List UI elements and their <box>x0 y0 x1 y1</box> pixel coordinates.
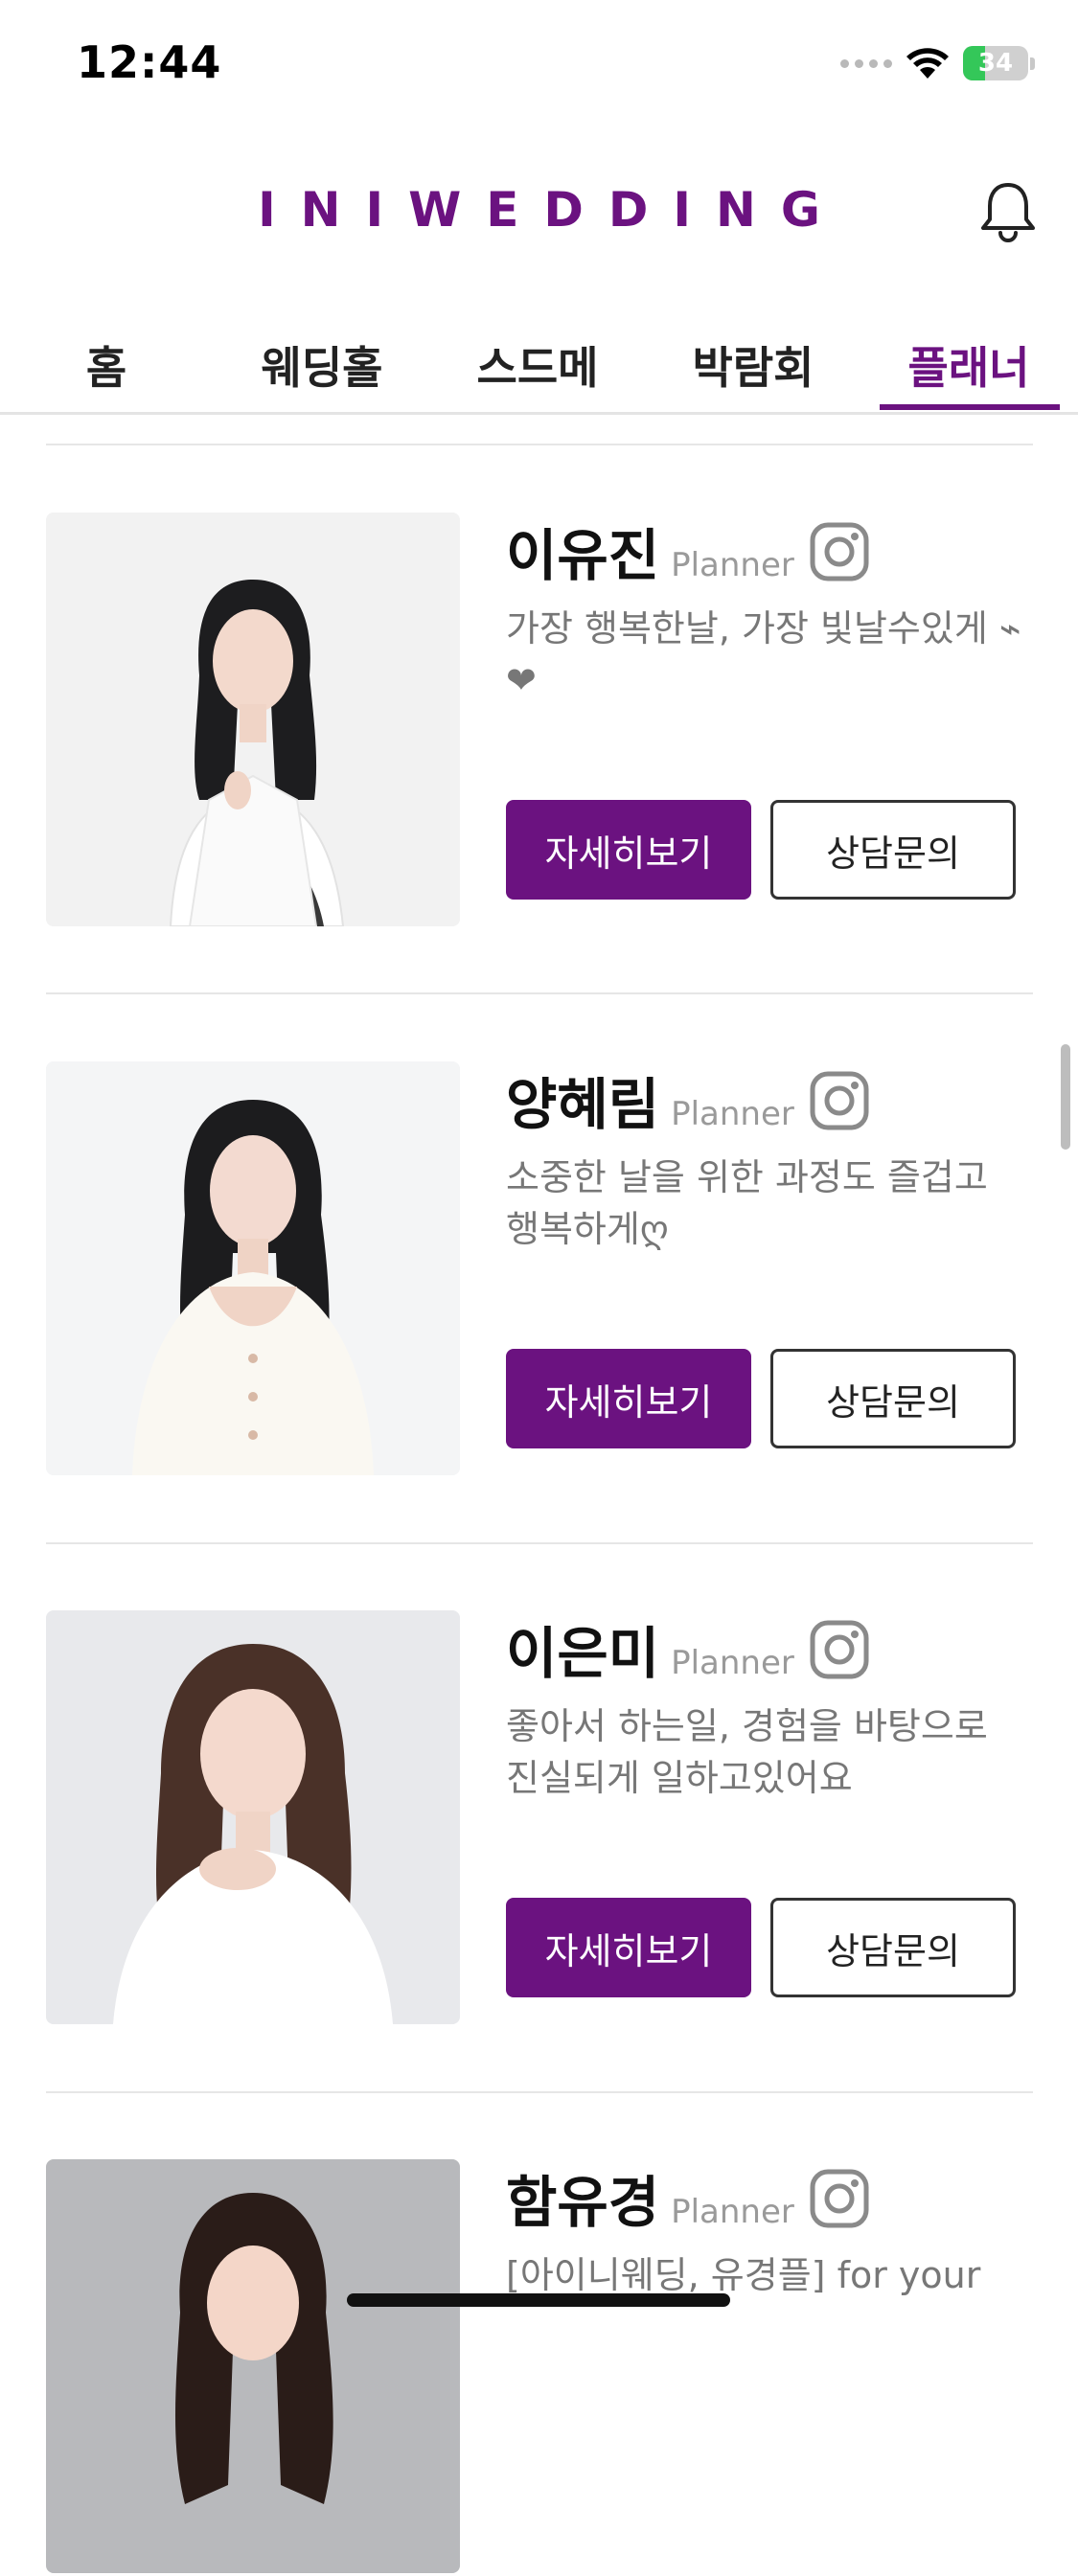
planner-card: 함유경 Planner [아이니웨딩, 유경플] for your <box>46 2159 1033 2576</box>
planner-card: 이은미 Planner 좋아서 하는일, 경험을 바탕으로 진실되게 일하고있어… <box>46 1610 1033 2027</box>
status-time: 12:44 <box>77 36 222 88</box>
instagram-icon[interactable] <box>810 522 869 581</box>
battery-icon: 34 <box>963 46 1028 80</box>
tab-home[interactable]: 홈 <box>15 333 197 397</box>
view-details-button[interactable]: 자세히보기 <box>506 1898 751 1997</box>
bell-icon[interactable] <box>975 177 1042 244</box>
planner-photo[interactable] <box>46 513 460 926</box>
view-details-button[interactable]: 자세히보기 <box>506 1349 751 1448</box>
consult-inquiry-button[interactable]: 상담문의 <box>770 1349 1016 1448</box>
planner-name: 양혜림 <box>506 1072 660 1137</box>
instagram-icon[interactable] <box>810 1620 869 1679</box>
planner-card: 이유진 Planner 가장 행복한날, 가장 빛날수있게 ⌁ ❤ 자세히보기 … <box>46 513 1033 929</box>
divider <box>46 992 1033 994</box>
active-tab-indicator <box>880 404 1060 410</box>
planner-name: 함유경 <box>506 2170 660 2235</box>
instagram-icon[interactable] <box>810 1071 869 1130</box>
planner-card: 양혜림 Planner 소중한 날을 위한 과정도 즐겁고 행복하게ღ 자세히보… <box>46 1061 1033 1478</box>
planner-photo[interactable] <box>46 2159 460 2573</box>
status-icons: 34 <box>840 46 1035 80</box>
app-logo: INIWEDDING <box>258 182 845 238</box>
scrollbar[interactable] <box>1061 1044 1070 1150</box>
cellular-signal-icon <box>840 58 892 68</box>
instagram-icon[interactable] <box>810 2169 869 2228</box>
tab-planner[interactable]: 플래너 <box>878 333 1060 397</box>
tab-sdm[interactable]: 스드메 <box>447 333 629 397</box>
divider <box>46 444 1033 445</box>
planner-bio: 소중한 날을 위한 과정도 즐겁고 행복하게ღ <box>506 1156 988 1250</box>
planner-info: 양혜림 Planner 소중한 날을 위한 과정도 즐겁고 행복하게ღ 자세히보… <box>506 1061 1043 1448</box>
divider <box>46 2091 1033 2093</box>
consult-inquiry-button[interactable]: 상담문의 <box>770 1898 1016 1997</box>
planner-info: 함유경 Planner [아이니웨딩, 유경플] for your <box>506 2159 1043 2355</box>
tab-fair[interactable]: 박람회 <box>662 333 844 397</box>
planner-role: Planner <box>671 2193 794 2231</box>
planner-role: Planner <box>671 1095 794 1133</box>
planner-info: 이은미 Planner 좋아서 하는일, 경험을 바탕으로 진실되게 일하고있어… <box>506 1610 1043 1997</box>
status-bar: 12:44 34 <box>0 0 1078 134</box>
planner-bio: 좋아서 하는일, 경험을 바탕으로 진실되게 일하고있어요 <box>506 1705 988 1799</box>
tab-wedding-hall[interactable]: 웨딩홀 <box>231 333 413 397</box>
wifi-icon <box>906 48 949 79</box>
planner-role: Planner <box>671 1644 794 1682</box>
battery-percent: 34 <box>977 49 1014 78</box>
planner-name: 이유진 <box>506 523 660 588</box>
planner-role: Planner <box>671 546 794 584</box>
divider <box>46 1542 1033 1544</box>
planner-photo[interactable] <box>46 1061 460 1475</box>
planner-name: 이은미 <box>506 1621 660 1686</box>
home-indicator <box>347 2293 730 2307</box>
planner-bio: 가장 행복한날, 가장 빛날수있게 ⌁ ❤ <box>506 607 1021 701</box>
planner-info: 이유진 Planner 가장 행복한날, 가장 빛날수있게 ⌁ ❤ 자세히보기 … <box>506 513 1043 900</box>
planner-photo[interactable] <box>46 1610 460 2024</box>
view-details-button[interactable]: 자세히보기 <box>506 800 751 900</box>
consult-inquiry-button[interactable]: 상담문의 <box>770 800 1016 900</box>
category-tabs: 홈 웨딩홀 스드메 박람회 플래너 <box>0 316 1078 415</box>
